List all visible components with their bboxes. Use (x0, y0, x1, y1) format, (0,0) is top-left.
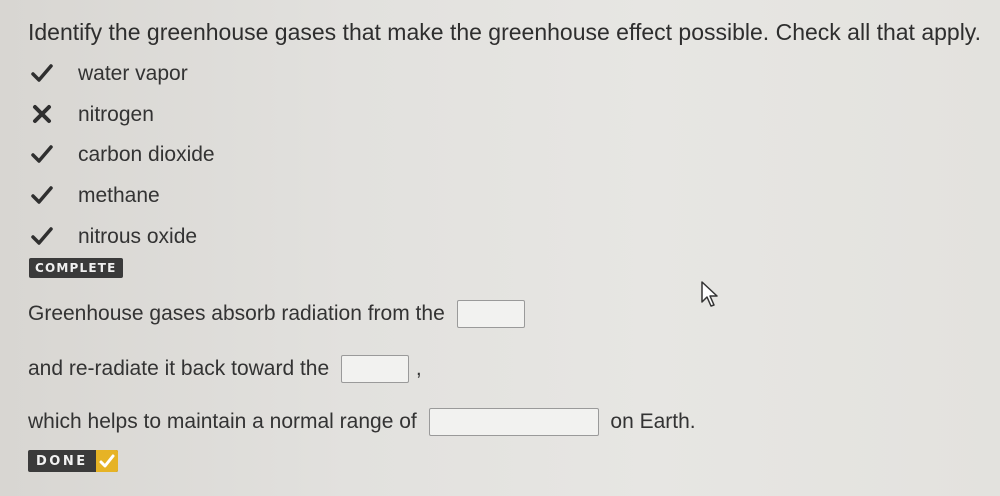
answer-blank-3[interactable] (428, 408, 599, 436)
answer-blank-2[interactable] (341, 355, 410, 383)
check-icon (31, 62, 53, 84)
check-icon (95, 450, 118, 472)
fill-in-line-3: which helps to maintain a normal range o… (28, 408, 696, 436)
check-icon (31, 225, 53, 247)
option-carbon-dioxide[interactable]: carbon dioxide (0, 139, 400, 173)
option-nitrous-oxide[interactable]: nitrous oxide (0, 221, 400, 255)
status-badge: COMPLETE (29, 258, 123, 278)
question-text: Identify the greenhouse gases that make … (28, 19, 981, 45)
sentence-suffix: on Earth. (610, 410, 696, 433)
sentence-text: Greenhouse gases absorb radiation from t… (28, 302, 445, 325)
x-icon (31, 103, 53, 125)
check-icon (31, 184, 53, 206)
sentence-text: and re-radiate it back toward the (28, 357, 330, 380)
option-label: nitrous oxide (78, 225, 198, 248)
option-label: water vapor (78, 62, 188, 85)
option-label: nitrogen (78, 103, 154, 126)
option-label: methane (78, 184, 160, 207)
answer-blank-1[interactable] (456, 300, 525, 328)
done-label: DONE (36, 453, 88, 469)
done-button[interactable]: DONE (28, 450, 118, 472)
option-label: carbon dioxide (78, 143, 215, 166)
option-nitrogen[interactable]: nitrogen (0, 99, 400, 133)
option-methane[interactable]: methane (0, 180, 400, 214)
check-icon (31, 143, 53, 165)
sentence-text: which helps to maintain a normal range o… (28, 410, 417, 433)
mouse-pointer-icon (700, 280, 724, 310)
option-water-vapor[interactable]: water vapor (0, 58, 400, 92)
fill-in-line-1: Greenhouse gases absorb radiation from t… (28, 300, 531, 328)
sentence-punctuation: , (415, 357, 422, 380)
fill-in-line-2: and re-radiate it back toward the , (28, 355, 422, 383)
